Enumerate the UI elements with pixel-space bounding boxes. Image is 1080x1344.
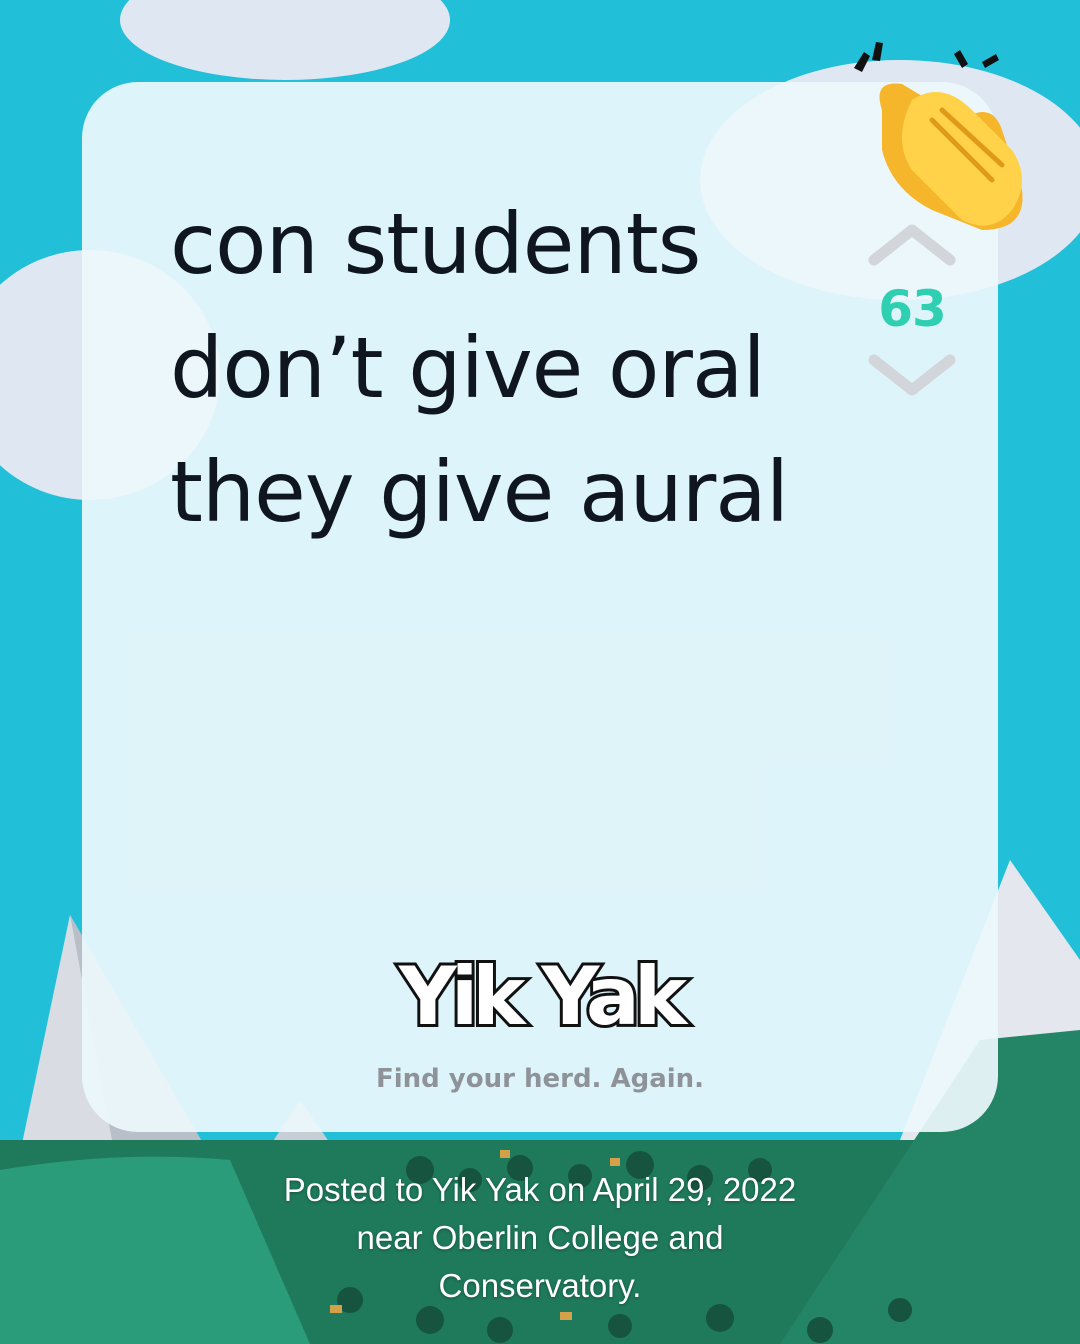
- attribution-line: Posted to Yik Yak on April 29, 2022: [283, 1171, 797, 1208]
- tagline: Find your herd. Again.: [375, 1064, 705, 1094]
- post-line: don’t give oral: [170, 319, 766, 417]
- attribution-line: Conservatory.: [438, 1267, 642, 1304]
- post-line: they give aural: [170, 443, 789, 541]
- attribution-line: near Oberlin College and: [356, 1219, 724, 1256]
- post-attribution: Posted to Yik Yak on April 29, 2022 near…: [240, 1166, 840, 1310]
- post-text: con students don’t give oral they give a…: [170, 182, 810, 554]
- chevron-down-icon[interactable]: [868, 354, 956, 398]
- vote-score: 63: [878, 280, 947, 338]
- yik-yak-logo: Yik Yak: [82, 947, 998, 1046]
- clapping-hands-icon: [854, 42, 1023, 230]
- logo-text: Yik Yak: [396, 947, 690, 1046]
- vote-control: 63: [868, 222, 956, 398]
- post-line: con students: [170, 195, 701, 293]
